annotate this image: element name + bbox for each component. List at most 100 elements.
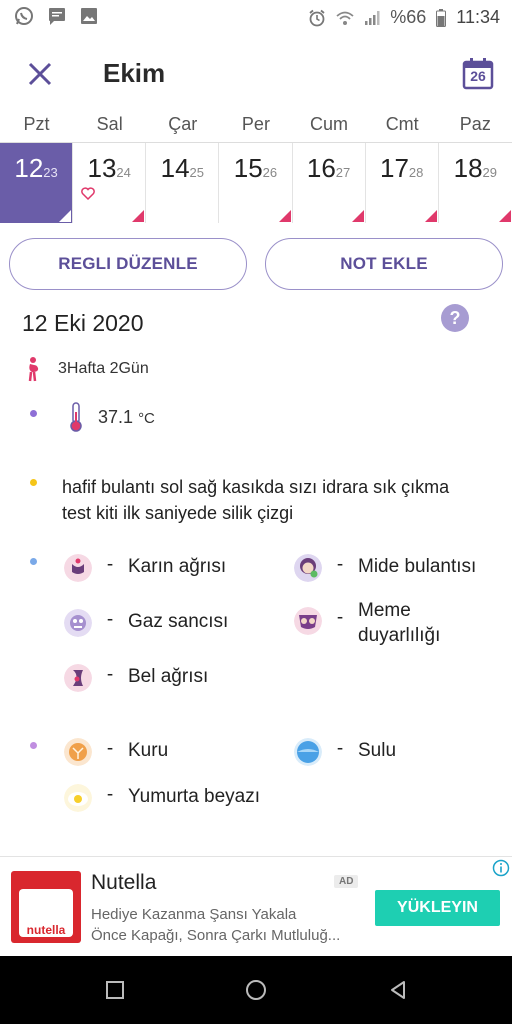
status-bar: %66 11:34 — [0, 0, 512, 36]
note-dot — [30, 479, 37, 486]
system-navigation-bar — [0, 956, 512, 1024]
add-note-button[interactable]: NOT EKLE — [265, 238, 503, 290]
day-cell[interactable]: 1728 — [365, 143, 439, 223]
discharge-label: Sulu — [358, 740, 397, 761]
wet-icon — [294, 738, 322, 766]
day-cell-selected[interactable]: 1223 — [0, 143, 74, 223]
day-cell[interactable]: 1526 — [219, 143, 293, 223]
symptom-backache: - Bel ağrısı — [64, 664, 208, 692]
day-marker — [59, 210, 72, 222]
pregnancy-icon — [28, 357, 39, 382]
discharge-wet: - Sulu — [294, 738, 396, 766]
symptom-dash: - — [106, 784, 114, 805]
week-strip: 1223 1324 1425 1526 1627 1728 1829 — [0, 142, 512, 223]
symptoms-dot — [30, 558, 37, 565]
pregnancy-duration: 3Hafta 2Gün — [58, 360, 149, 377]
page-title: Ekim — [103, 58, 166, 88]
calendar-icon-day: 26 — [470, 68, 486, 84]
thermometer-icon — [70, 402, 82, 432]
back-icon[interactable] — [386, 978, 410, 1002]
symptom-label: Gaz sancısı — [128, 611, 229, 632]
symptom-dash: - — [106, 609, 114, 630]
day-number: 12 — [14, 153, 44, 183]
recent-apps-icon[interactable] — [103, 978, 127, 1002]
symptom-cramps: - Karın ağrısı — [64, 554, 226, 582]
day-cell[interactable]: 1829 — [438, 143, 512, 223]
weekday-label: Paz — [459, 114, 491, 134]
day-marker — [278, 210, 291, 222]
symptom-gas: - Gaz sancısı — [64, 609, 228, 637]
ad-banner[interactable]: nutella Nutella AD Hediye Kazanma Şansı … — [0, 856, 512, 956]
weekday-label: Çar — [168, 114, 198, 134]
pregnancy-row: 3Hafta 2Gün — [24, 356, 149, 382]
temperature-row: 37.1 °C — [68, 402, 155, 432]
cycle-day: 25 — [189, 165, 204, 180]
heart-icon — [81, 187, 95, 200]
weekday-header: Pzt Sal Çar Per Cum Cmt Paz — [0, 114, 512, 140]
weekday-label: Sal — [96, 114, 123, 134]
ad-description-line: Önce Kapağı, Sonra Çarkı Mutluluğ... — [91, 927, 341, 944]
day-marker — [424, 210, 437, 222]
home-icon[interactable] — [244, 978, 268, 1002]
day-marker — [132, 210, 145, 222]
message-icon — [49, 8, 65, 25]
day-cell[interactable]: 1425 — [146, 143, 220, 223]
alarm-icon — [309, 9, 325, 26]
weekday-label: Cmt — [385, 114, 419, 134]
ad-badge: AD — [334, 875, 359, 888]
help-button[interactable]: ? — [441, 304, 469, 332]
battery-level: %66 — [390, 7, 427, 27]
cycle-day: 23 — [43, 165, 58, 180]
action-buttons: REGLI DÜZENLE NOT EKLE — [9, 238, 503, 290]
day-marker — [351, 210, 364, 222]
discharge-dry: - Kuru — [64, 738, 168, 766]
discharge-label: Kuru — [128, 740, 169, 761]
battery-icon — [436, 8, 447, 27]
discharge-label: Yumurta beyazı — [128, 786, 261, 807]
temperature-value: 37.1 — [98, 406, 134, 427]
symptom-dash: - — [106, 554, 114, 575]
cycle-day: 29 — [482, 165, 497, 180]
note-text: hafif bulantı sol sağ kasıkda sızı idrar… — [62, 477, 450, 523]
ad-info-icon[interactable] — [492, 859, 510, 877]
image-icon — [81, 8, 97, 24]
day-marker — [498, 210, 511, 222]
symptom-dash: - — [106, 664, 114, 685]
symptom-label: Karın ağrısı — [128, 556, 227, 577]
temperature-dot — [30, 410, 37, 417]
backache-icon — [64, 664, 92, 692]
cramps-icon — [64, 554, 92, 582]
day-number: 18 — [453, 153, 483, 183]
symptom-dash: - — [336, 554, 344, 575]
close-icon[interactable] — [24, 58, 56, 90]
symptom-nausea: - Mide bulantısı — [294, 554, 476, 582]
ad-description-line: Hediye Kazanma Şansı Yakala — [91, 906, 297, 923]
day-number: 16 — [306, 153, 336, 183]
selected-date: 12 Eki 2020 — [22, 310, 144, 336]
discharge-dot — [30, 742, 37, 749]
cycle-day: 28 — [408, 165, 424, 180]
edit-period-button[interactable]: REGLI DÜZENLE — [9, 238, 247, 290]
gas-icon — [64, 609, 92, 637]
whatsapp-icon — [15, 7, 33, 25]
discharge-egg-white: - Yumurta beyazı — [64, 784, 260, 812]
day-number: 14 — [160, 153, 190, 183]
cycle-day: 26 — [262, 165, 278, 180]
day-cell[interactable]: 1324 — [73, 143, 147, 223]
ad-install-button[interactable]: YÜKLEYIN — [375, 890, 500, 926]
day-cell[interactable]: 1627 — [292, 143, 366, 223]
nausea-icon — [294, 554, 322, 582]
ad-image[interactable]: nutella — [11, 871, 81, 943]
ad-title[interactable]: Nutella — [91, 871, 156, 895]
day-number: 15 — [233, 153, 263, 183]
cycle-day: 27 — [335, 165, 351, 180]
dry-icon — [64, 738, 92, 766]
calendar-today-button[interactable]: 26 — [462, 58, 494, 90]
weekday-label: Cum — [310, 114, 349, 134]
app-header: Ekim 26 — [0, 48, 512, 104]
weekday-label: Pzt — [23, 114, 50, 134]
symptom-label: Bel ağrısı — [128, 666, 209, 687]
ad-image-text: nutella — [26, 923, 66, 937]
symptom-dash: - — [106, 738, 114, 759]
cycle-day: 24 — [116, 165, 131, 180]
